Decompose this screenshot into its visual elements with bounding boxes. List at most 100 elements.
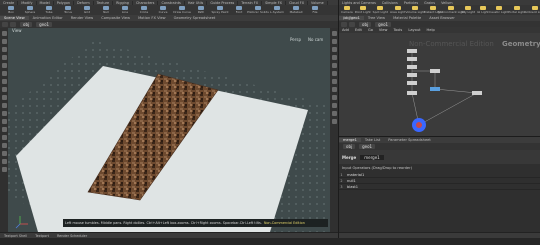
viewport-tool-icon[interactable] xyxy=(1,87,7,92)
display-option-icon[interactable] xyxy=(331,71,337,76)
light-tool[interactable]: GI Light xyxy=(477,6,489,14)
viewport-tool-icon[interactable] xyxy=(1,159,7,164)
shelf-tool[interactable]: Draw Curve xyxy=(173,6,191,14)
viewport-tool-icon[interactable] xyxy=(1,47,7,52)
viewport-tool-icon[interactable] xyxy=(1,103,7,108)
light-tool[interactable]: Ambient Light xyxy=(524,6,540,14)
shelf-tool[interactable]: Font xyxy=(231,6,247,14)
path-obj[interactable]: obj xyxy=(20,22,33,27)
light-tool[interactable]: Spot Light xyxy=(373,6,388,14)
light-tool[interactable]: Sky Light xyxy=(461,6,475,14)
camera-label[interactable]: No cam xyxy=(308,37,323,42)
viewport-tool-icon[interactable] xyxy=(1,63,7,68)
path-geo[interactable]: geo1 xyxy=(36,22,53,27)
network-tab[interactable]: /obj/geo1 xyxy=(339,16,364,20)
light-tool[interactable]: Portal Light xyxy=(508,6,525,14)
display-option-icon[interactable] xyxy=(331,119,337,124)
shelf-tool[interactable]: Null xyxy=(98,6,114,14)
network-menu-item[interactable]: View xyxy=(376,28,391,32)
network-tab[interactable]: Asset Browser xyxy=(425,16,459,20)
shelf-tab[interactable]: Volume xyxy=(308,0,328,5)
viewport-tool-icon[interactable] xyxy=(1,135,7,140)
network-editor[interactable]: Non-Commercial Edition Geometry xyxy=(339,27,540,136)
shelf-tool[interactable]: Torus xyxy=(60,6,76,14)
param-path-obj[interactable]: obj xyxy=(343,144,356,149)
light-tool[interactable]: Point Light xyxy=(355,6,371,14)
network-menu-item[interactable]: Layout xyxy=(405,28,423,32)
shelf-tool[interactable]: Metaball xyxy=(288,6,304,14)
network-menu-item[interactable]: Tools xyxy=(390,28,405,32)
shelf-tab[interactable]: Cloud FX xyxy=(286,0,309,5)
shelf-tab[interactable]: Model xyxy=(37,0,54,5)
shelf-tool[interactable]: Line xyxy=(117,6,133,14)
display-option-icon[interactable] xyxy=(331,79,337,84)
viewport-tab[interactable]: Motion FX View xyxy=(134,16,170,20)
network-menu-item[interactable]: Help xyxy=(424,28,438,32)
viewport-tool-icon[interactable] xyxy=(1,39,7,44)
shelf-tab[interactable]: Guide Process xyxy=(207,0,239,5)
viewport-tab[interactable]: Animation Editor xyxy=(29,16,67,20)
network-menu-item[interactable]: Edit xyxy=(352,28,365,32)
network-canvas[interactable]: Non-Commercial Edition Geometry xyxy=(339,27,540,136)
shelf-tab[interactable]: Polygon xyxy=(54,0,75,5)
viewport-canvas[interactable]: Persp No cam View xyxy=(8,28,330,232)
right-shelf-tab[interactable]: Particles xyxy=(401,1,421,5)
param-tab[interactable]: merge1 xyxy=(339,138,361,142)
shelf-tool[interactable]: Curve xyxy=(155,6,171,14)
shelf-tool[interactable]: Platonic Solids xyxy=(247,6,269,14)
viewport-tool-icon[interactable] xyxy=(1,31,7,36)
shelf-tab[interactable]: Texture xyxy=(94,0,114,5)
viewport-tab[interactable]: Render View xyxy=(67,16,97,20)
timeline[interactable] xyxy=(0,238,540,245)
shelf-tab[interactable]: Terrain FX xyxy=(238,0,263,5)
shelf-tool[interactable]: Sphere xyxy=(22,6,38,14)
shelf-tool[interactable]: File xyxy=(307,6,323,14)
shelf-tool[interactable]: Box xyxy=(3,6,19,14)
viewport-tool-icon[interactable] xyxy=(1,167,7,172)
display-option-icon[interactable] xyxy=(331,39,337,44)
right-shelf-tab[interactable]: Collisions xyxy=(379,1,401,5)
light-tool[interactable]: Caustic Light xyxy=(489,6,508,14)
shelf-tool[interactable]: Grid xyxy=(79,6,95,14)
shelf-tab[interactable]: Constraints xyxy=(158,0,185,5)
light-tool[interactable]: Volume Light xyxy=(406,6,425,14)
viewport-tool-icon[interactable] xyxy=(1,111,7,116)
light-tool[interactable]: Area Light xyxy=(390,6,405,14)
display-option-icon[interactable] xyxy=(331,111,337,116)
shelf-tab[interactable]: Characters xyxy=(133,0,159,5)
viewport-tool-icon[interactable] xyxy=(1,151,7,156)
viewport-tool-icon[interactable] xyxy=(1,95,7,100)
viewport-tab[interactable]: Geometry Spreadsheet xyxy=(170,16,220,20)
shelf-tool[interactable]: Path xyxy=(193,6,209,14)
shelf-tool[interactable]: Circle xyxy=(136,6,152,14)
shelf-tab[interactable]: Hair Utils xyxy=(185,0,208,5)
network-menu-item[interactable]: Go xyxy=(365,28,376,32)
display-option-icon[interactable] xyxy=(331,47,337,52)
viewport-tool-icon[interactable] xyxy=(1,127,7,132)
forward-button[interactable] xyxy=(10,22,16,27)
network-menu-item[interactable]: Add xyxy=(339,28,352,32)
viewport-tab[interactable]: Composite View xyxy=(97,16,134,20)
viewport-tool-icon[interactable] xyxy=(1,119,7,124)
param-tab[interactable]: Take List xyxy=(361,138,384,142)
shelf-tool[interactable]: L-System xyxy=(269,6,285,14)
right-shelf-tab[interactable]: Grains xyxy=(421,1,438,5)
shelf-tool[interactable]: Tube xyxy=(41,6,57,14)
network-tab[interactable]: Material Palette xyxy=(389,16,425,20)
param-path-geo[interactable]: geo1 xyxy=(359,144,376,149)
shelf-tab[interactable]: Create xyxy=(0,0,19,5)
right-shelf-tab[interactable]: Vellum xyxy=(438,1,455,5)
light-tool[interactable]: Camera xyxy=(341,6,353,14)
right-shelf-tab[interactable]: Lights and Cameras xyxy=(339,1,379,5)
display-option-icon[interactable] xyxy=(331,55,337,60)
viewport-tool-icon[interactable] xyxy=(1,55,7,60)
display-option-icon[interactable] xyxy=(331,103,337,108)
back-button[interactable] xyxy=(2,22,8,27)
shelf-tab[interactable]: Modify xyxy=(18,0,37,5)
shelf-tab[interactable]: Rigging xyxy=(113,0,133,5)
display-option-icon[interactable] xyxy=(331,31,337,36)
shelf-tab[interactable]: Deform xyxy=(74,0,94,5)
display-option-icon[interactable] xyxy=(331,63,337,68)
light-tool[interactable]: Environment Light xyxy=(438,6,465,14)
shelf-tool[interactable]: Spray Paint xyxy=(211,6,229,14)
